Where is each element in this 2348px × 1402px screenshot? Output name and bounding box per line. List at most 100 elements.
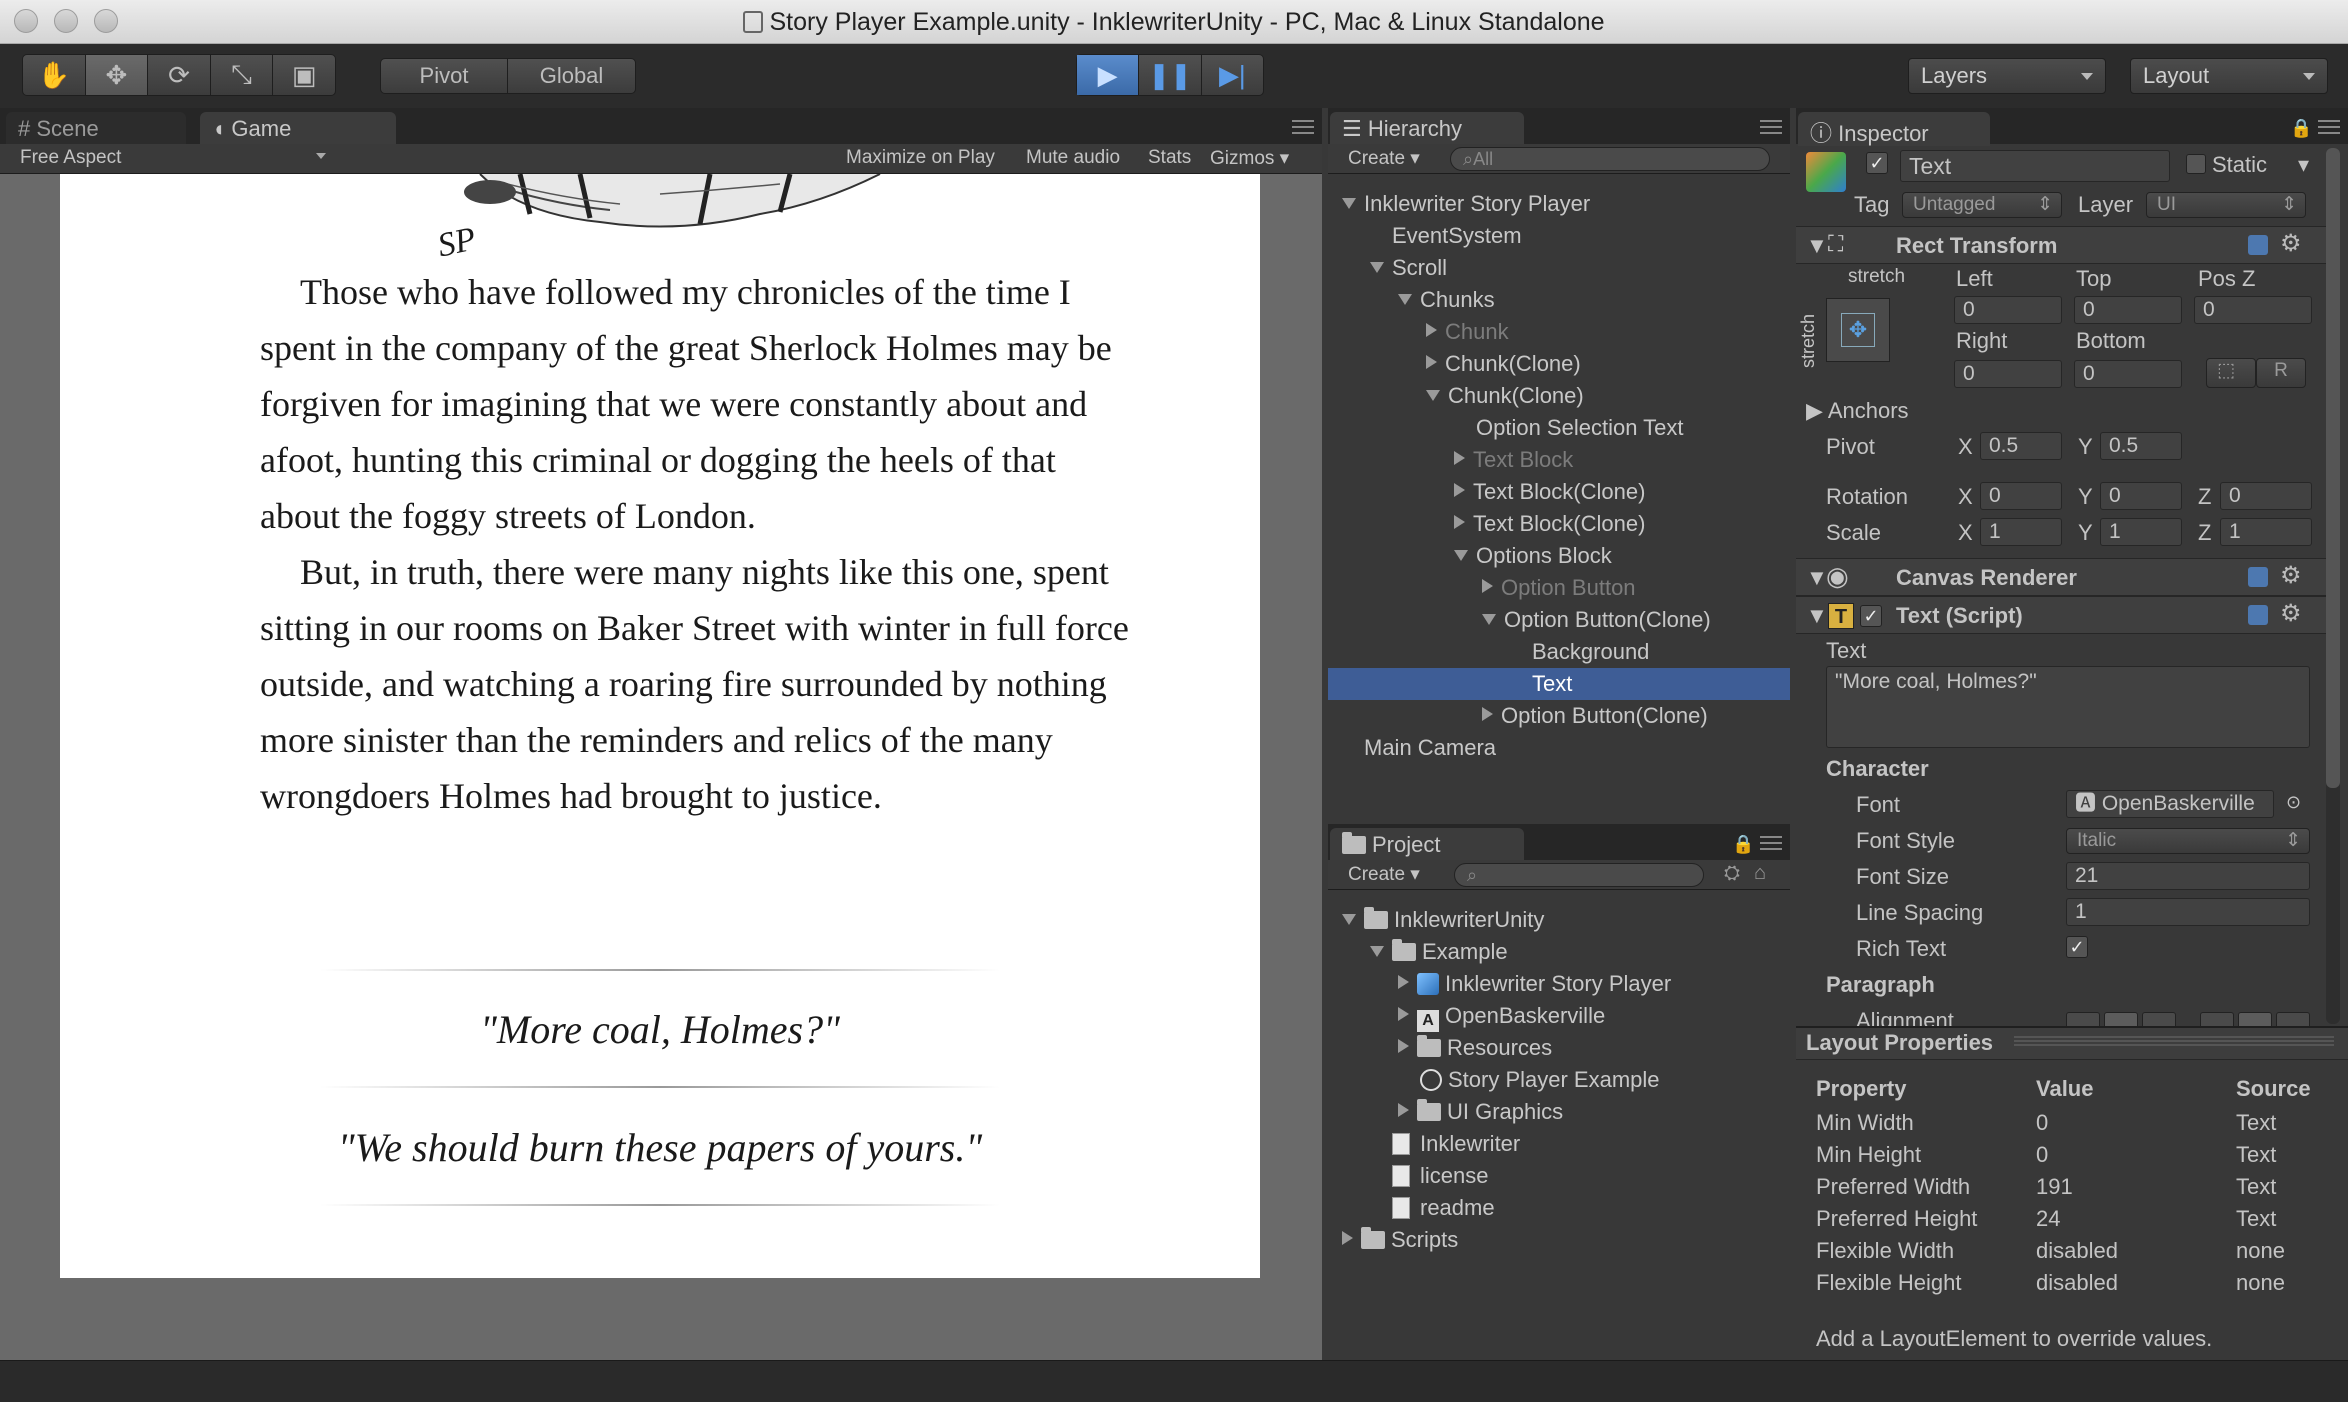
hierarchy-item[interactable]: Text Block [1328,444,1790,476]
rect-transform-header[interactable]: ▼ ⛶ Rect Transform ⚙ [1796,226,2336,264]
choice-option-1[interactable]: "More coal, Holmes?" [60,1006,1260,1053]
foldout-open-icon[interactable] [1398,294,1412,305]
lock-icon[interactable]: 🔒 [1732,834,1754,855]
pivot-button[interactable]: Pivot [381,59,508,93]
object-picker-icon[interactable]: ⊙ [2286,792,2301,813]
move-tool-icon[interactable]: ✥ [85,55,149,95]
project-search-input[interactable]: ⌕ [1454,863,1704,887]
project-item[interactable]: Scripts [1328,1224,1790,1256]
panel-menu-icon[interactable] [1292,120,1314,134]
rect-tool-icon[interactable]: ▣ [273,55,335,95]
font-field[interactable]: 🅰 OpenBaskerville [2066,790,2274,818]
project-item[interactable]: UI Graphics [1328,1096,1790,1128]
right-field[interactable]: 0 [1954,360,2062,388]
foldout-closed-icon[interactable] [1454,483,1465,497]
foldout-closed-icon[interactable] [1342,1231,1353,1245]
tab-game[interactable]: ◖ Game [200,112,396,146]
foldout-open-icon[interactable] [1482,614,1496,625]
foldout-closed-icon[interactable] [1398,1103,1409,1117]
align-right-icon[interactable] [2142,1012,2177,1026]
foldout-closed-icon[interactable] [1398,1007,1409,1021]
gizmos-dropdown[interactable]: Gizmos ▾ [1210,147,1289,170]
play-button[interactable]: ▶ [1077,55,1140,95]
gear-icon[interactable]: ⚙ [2280,229,2302,258]
tag-icon[interactable]: ⌂ [1754,862,1766,885]
canvas-renderer-header[interactable]: ▼ ◉ Canvas Renderer ⚙ [1796,558,2336,596]
tab-inspector[interactable]: ⓘ Inspector [1798,112,1990,146]
panel-menu-icon[interactable] [2318,120,2340,134]
lock-icon[interactable]: 🔒 [2290,118,2312,139]
hierarchy-item[interactable]: Option Selection Text [1328,412,1790,444]
chevron-down-icon[interactable]: ▾ [2298,152,2309,178]
drag-handle-icon[interactable] [2014,1036,2334,1048]
inspector-scroll-thumb[interactable] [2326,148,2340,788]
project-item[interactable]: license [1328,1160,1790,1192]
foldout-closed-icon[interactable] [1426,355,1437,369]
hierarchy-item[interactable]: Scroll [1328,252,1790,284]
aspect-dropdown[interactable]: Free Aspect [20,147,330,169]
top-field[interactable]: 0 [2074,296,2182,324]
tag-dropdown[interactable]: Untagged ⇕ [1902,192,2062,218]
align-center-icon[interactable] [2104,1012,2139,1026]
layers-dropdown[interactable]: Layers [1908,58,2106,94]
rotate-tool-icon[interactable]: ⟳ [148,55,211,95]
bottom-field[interactable]: 0 [2074,360,2182,388]
mute-audio-toggle[interactable]: Mute audio [1026,147,1120,169]
layer-dropdown[interactable]: UI ⇕ [2146,192,2306,218]
foldout-closed-icon[interactable] [1398,975,1409,989]
project-item[interactable]: Resources [1328,1032,1790,1064]
static-checkbox[interactable] [2186,154,2206,174]
hierarchy-item[interactable]: Text [1328,668,1790,700]
text-enabled-checkbox[interactable]: ✓ [1860,605,1882,627]
line-spacing-field[interactable]: 1 [2066,898,2310,926]
text-script-header[interactable]: ▼ T ✓ Text (Script) ⚙ [1796,596,2336,634]
pivot-y-field[interactable]: 0.5 [2100,432,2182,460]
project-item[interactable]: Example [1328,936,1790,968]
foldout-open-icon[interactable]: ▼ [1806,565,1828,591]
project-item[interactable]: Inklewriter [1328,1128,1790,1160]
inspector-scrollbar[interactable] [2326,148,2340,1024]
foldout-open-icon[interactable]: ▼ [1806,233,1828,259]
scale-x-field[interactable]: 1 [1980,518,2062,546]
foldout-open-icon[interactable] [1454,550,1468,561]
gear-icon[interactable]: ⚙ [2280,599,2302,628]
left-field[interactable]: 0 [1954,296,2062,324]
tab-hierarchy[interactable]: ☰ Hierarchy [1330,112,1524,146]
rotation-z-field[interactable]: 0 [2220,482,2312,510]
panel-menu-icon[interactable] [1760,120,1782,134]
alignment-buttons[interactable] [2066,1012,2310,1026]
tab-scene[interactable]: # Scene [6,112,186,146]
project-item[interactable]: readme [1328,1192,1790,1224]
blueprint-mode-button[interactable]: ⬚ [2206,358,2256,388]
gear-icon[interactable]: ⚙ [2280,561,2302,590]
scale-y-field[interactable]: 1 [2100,518,2182,546]
rotation-y-field[interactable]: 0 [2100,482,2182,510]
scale-tool-icon[interactable]: ⤡ [211,55,274,95]
hierarchy-item[interactable]: Option Button [1328,572,1790,604]
hand-tool-icon[interactable]: ✋ [23,55,86,95]
hierarchy-item[interactable]: Chunk(Clone) [1328,348,1790,380]
panel-menu-icon[interactable] [1760,836,1782,850]
posz-field[interactable]: 0 [2194,296,2312,324]
foldout-open-icon[interactable]: ▼ [1806,603,1828,629]
hierarchy-item[interactable]: Background [1328,636,1790,668]
foldout-open-icon[interactable] [1342,198,1356,209]
layout-dropdown[interactable]: Layout [2130,58,2328,94]
help-icon[interactable] [2248,605,2268,625]
global-button[interactable]: Global [508,59,635,93]
foldout-closed-icon[interactable] [1482,579,1493,593]
align-left-icon[interactable] [2066,1012,2101,1026]
active-checkbox[interactable]: ✓ [1866,152,1888,174]
raw-edit-button[interactable]: R [2256,358,2306,388]
help-icon[interactable] [2248,235,2268,255]
font-style-dropdown[interactable]: Italic ⇕ [2066,828,2310,854]
project-item[interactable]: Story Player Example [1328,1064,1790,1096]
hierarchy-item[interactable]: Main Camera [1328,732,1790,764]
text-content-area[interactable]: "More coal, Holmes?" [1826,666,2310,748]
choice-option-2[interactable]: "We should burn these papers of yours." [60,1124,1260,1171]
stats-toggle[interactable]: Stats [1148,147,1191,169]
align-middle-icon[interactable] [2237,1012,2272,1026]
hierarchy-search-input[interactable]: ⌕All [1450,147,1770,171]
anchors-foldout[interactable]: ▶ Anchors [1806,398,1909,424]
foldout-closed-icon[interactable] [1426,323,1437,337]
